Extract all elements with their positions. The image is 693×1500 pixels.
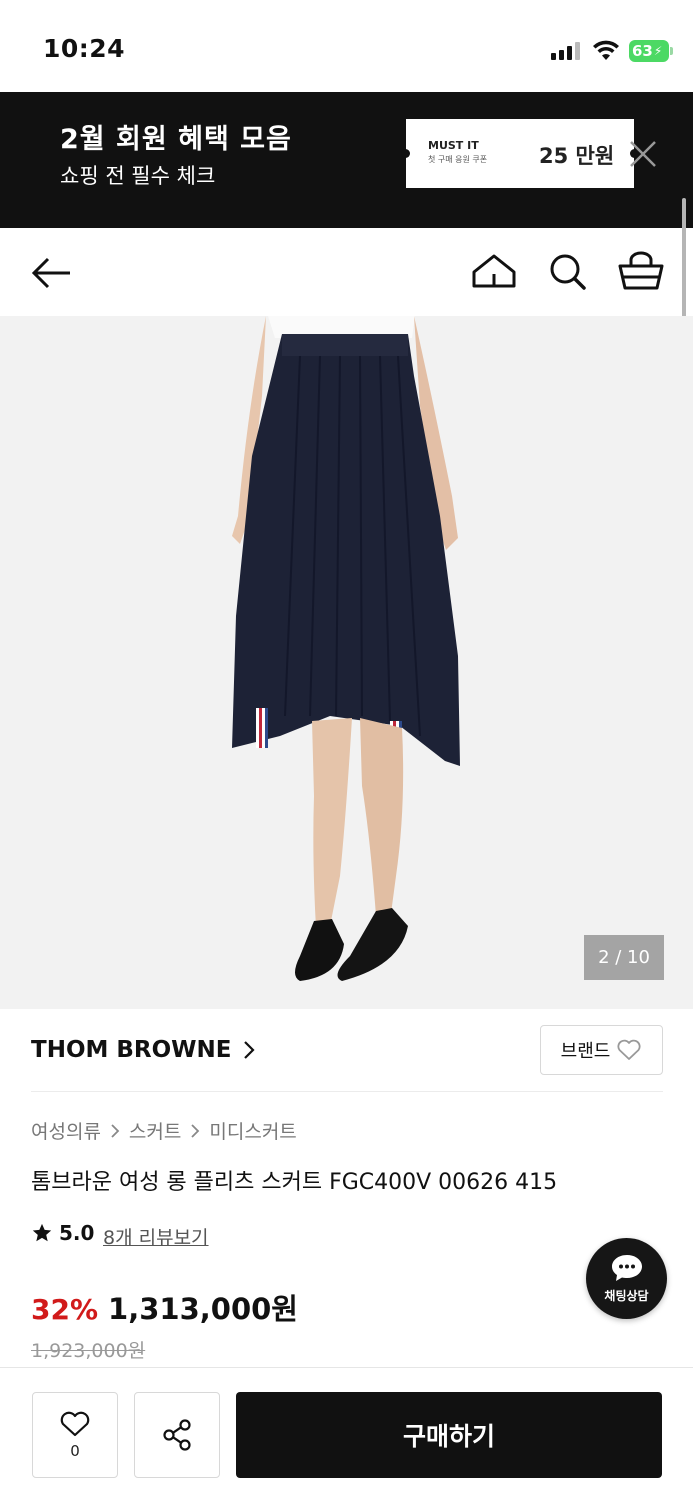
discount-rate: 32%	[31, 1293, 99, 1326]
chevron-right-icon	[191, 1123, 200, 1138]
status-time: 10:24	[43, 34, 126, 63]
buy-button[interactable]: 구매하기	[236, 1392, 662, 1478]
chevron-right-icon	[111, 1123, 120, 1138]
promo-title: 2월 회원 혜택 모음	[60, 124, 292, 155]
chat-button[interactable]: 채팅상담	[586, 1238, 667, 1319]
battery-icon: 63 ⚡	[629, 40, 673, 62]
product-image[interactable]	[0, 316, 693, 1009]
skirt-photo	[0, 316, 693, 1009]
breadcrumb: 여성의류 스커트 미디스커트	[31, 1117, 297, 1144]
search-icon[interactable]	[548, 252, 588, 292]
brand-link[interactable]: THOM BROWNE	[31, 1037, 256, 1063]
close-icon[interactable]	[625, 136, 661, 172]
star-icon	[32, 1223, 52, 1242]
back-arrow-icon[interactable]	[30, 255, 74, 291]
status-bar: 10:24 63 ⚡	[0, 0, 693, 92]
share-icon	[163, 1419, 191, 1451]
wifi-icon	[593, 40, 619, 60]
original-price: 1,923,000원	[31, 1340, 146, 1362]
coupon-card[interactable]: MUST IT 첫 구매 응원 쿠폰 25 만원	[401, 119, 639, 188]
chevron-right-icon	[243, 1041, 255, 1059]
bottom-bar: 0 구매하기	[0, 1367, 693, 1500]
home-icon[interactable]	[470, 252, 518, 292]
promo-banner[interactable]: 2월 회원 혜택 모음 쇼핑 전 필수 체크 MUST IT 첫 구매 응원 쿠…	[0, 92, 693, 228]
breadcrumb-item[interactable]: 스커트	[129, 1117, 181, 1144]
like-count: 0	[70, 1442, 80, 1460]
product-title: 톰브라운 여성 롱 플리츠 스커트 FGC400V 00626 415	[31, 1170, 558, 1195]
price-row: 32% 1,313,000원	[31, 1286, 298, 1328]
coupon-brand: MUST IT	[428, 139, 479, 152]
promo-subtitle: 쇼핑 전 필수 체크	[60, 164, 216, 188]
image-counter: 2 / 10	[584, 935, 664, 980]
share-button[interactable]	[134, 1392, 220, 1478]
coupon-amount: 25 만원	[539, 144, 615, 168]
brand-button-label: 브랜드	[560, 1041, 611, 1062]
coupon-description: 첫 구매 응원 쿠폰	[428, 155, 488, 164]
chat-bubble-icon	[611, 1255, 642, 1281]
cart-icon[interactable]	[617, 250, 665, 292]
heart-icon	[617, 1039, 641, 1060]
sale-price: 1,313,000원	[108, 1292, 298, 1326]
rating-value: 5.0	[59, 1221, 95, 1245]
brand-name: THOM BROWNE	[31, 1037, 232, 1063]
chat-label: 채팅상담	[604, 1289, 649, 1303]
divider	[31, 1091, 663, 1092]
signal-icon	[551, 42, 580, 60]
breadcrumb-item[interactable]: 미디스커트	[209, 1117, 296, 1144]
like-button[interactable]: 0	[32, 1392, 118, 1478]
heart-icon	[60, 1411, 90, 1437]
rating: 5.0	[31, 1221, 94, 1245]
brand-like-button[interactable]: 브랜드	[540, 1025, 663, 1075]
battery-level: 63	[632, 42, 653, 60]
breadcrumb-item[interactable]: 여성의류	[31, 1117, 101, 1144]
review-link[interactable]: 8개 리뷰보기	[103, 1223, 209, 1250]
top-nav	[0, 228, 693, 316]
